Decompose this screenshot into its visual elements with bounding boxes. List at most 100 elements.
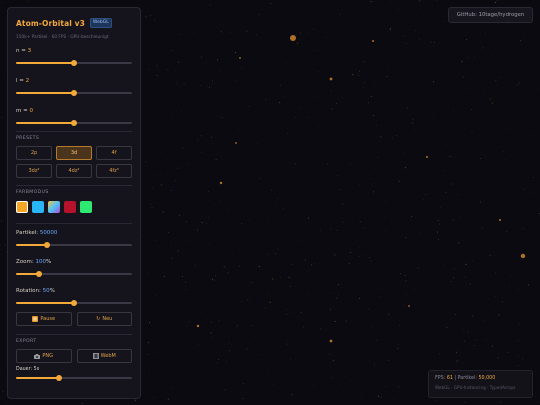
- particle: [386, 76, 388, 78]
- color-swatch-green[interactable]: [80, 201, 92, 213]
- particle: [363, 82, 365, 84]
- duration-slider-thumb[interactable]: [55, 374, 62, 381]
- film-icon: [92, 353, 99, 359]
- particle: [5, 401, 7, 403]
- preset-4dz2[interactable]: 4dz²: [56, 164, 92, 178]
- particle: [180, 34, 182, 35]
- particle: [229, 32, 231, 34]
- preset-4f[interactable]: 4f: [96, 146, 132, 160]
- particle: [348, 263, 350, 265]
- particle: [257, 142, 259, 144]
- export-png-button[interactable]: PNG: [16, 349, 72, 363]
- export-webm-button[interactable]: WebM: [76, 349, 132, 363]
- particle: [494, 296, 496, 297]
- particle: [398, 344, 399, 345]
- particle: [188, 398, 190, 400]
- particle: [149, 203, 151, 205]
- refresh-icon: ↻: [96, 316, 101, 322]
- m-slider-thumb[interactable]: [71, 119, 77, 126]
- preset-3dz2[interactable]: 3dz²: [16, 164, 52, 178]
- color-swatch-rainbow[interactable]: [48, 201, 60, 213]
- particle: [398, 378, 400, 380]
- n-slider-thumb[interactable]: [71, 59, 77, 66]
- particle: [215, 159, 217, 161]
- particle: [380, 396, 382, 398]
- zoom-slider-thumb[interactable]: [36, 270, 43, 277]
- particle: [444, 264, 445, 266]
- particle: [206, 85, 208, 87]
- n-slider[interactable]: [16, 59, 132, 66]
- particle: [341, 331, 343, 333]
- preset-4fz3[interactable]: 4fz³: [96, 164, 132, 178]
- particle: [251, 282, 253, 284]
- particle: [393, 355, 395, 356]
- particle: [220, 69, 221, 71]
- particle: [185, 325, 187, 327]
- particle: [358, 74, 360, 76]
- particle: [277, 248, 279, 250]
- preset-3d[interactable]: 3d: [56, 146, 92, 160]
- particle: [406, 107, 409, 109]
- github-link[interactable]: GitHub: 10tage/hydrogen: [448, 7, 533, 23]
- particle: [267, 253, 269, 255]
- l-slider-thumb[interactable]: [71, 89, 77, 96]
- particle: [376, 339, 378, 341]
- particle: [0, 249, 2, 251]
- particle: [210, 134, 211, 135]
- particle: [181, 111, 183, 113]
- particle: [160, 173, 162, 174]
- particle: [359, 297, 361, 299]
- particle: [325, 144, 327, 145]
- particle: [0, 116, 2, 118]
- particle: [219, 181, 223, 185]
- color-swatch-blue[interactable]: [32, 201, 44, 213]
- particle: [314, 97, 316, 99]
- reset-button[interactable]: ↻ Neu: [76, 312, 132, 326]
- particle: [467, 57, 469, 59]
- particles-slider-thumb[interactable]: [44, 241, 51, 248]
- particle: [325, 329, 327, 331]
- particle: [461, 363, 463, 365]
- particles-slider[interactable]: [16, 241, 132, 248]
- l-slider[interactable]: [16, 89, 132, 96]
- particle: [429, 335, 430, 336]
- particle: [147, 354, 149, 355]
- particle: [399, 8, 401, 9]
- particle: [385, 201, 386, 203]
- particle: [219, 200, 221, 202]
- rotation-slider[interactable]: [16, 299, 132, 306]
- particle: [485, 33, 487, 35]
- particle: [200, 85, 202, 86]
- particle: [390, 0, 392, 1]
- particle: [254, 387, 256, 388]
- particle: [194, 217, 196, 218]
- zoom-slider[interactable]: [16, 270, 132, 277]
- particle: [412, 118, 414, 120]
- particle: [413, 289, 415, 291]
- particle: [418, 38, 420, 40]
- particle: [519, 287, 520, 289]
- m-slider[interactable]: [16, 119, 132, 126]
- particle: [307, 293, 309, 295]
- particle: [339, 13, 341, 15]
- particle: [240, 174, 242, 176]
- color-swatch-orange[interactable]: [16, 201, 28, 213]
- particle: [533, 176, 535, 178]
- particle: [417, 267, 419, 269]
- particle: [248, 105, 250, 108]
- particle: [350, 251, 351, 253]
- particle: [148, 321, 151, 323]
- particle-count-value: 50,000: [478, 376, 496, 381]
- particle: [338, 318, 340, 320]
- pause-button[interactable]: Pause: [16, 312, 72, 326]
- particle: [369, 256, 371, 259]
- particle: [372, 115, 374, 117]
- duration-slider[interactable]: [16, 374, 132, 381]
- particle: [389, 29, 391, 31]
- rotation-slider-thumb[interactable]: [71, 299, 77, 306]
- particle: [384, 229, 386, 231]
- color-swatch-red[interactable]: [64, 201, 76, 213]
- n-control: n = 3: [16, 48, 132, 66]
- preset-2p[interactable]: 2p: [16, 146, 52, 160]
- particle: [412, 122, 414, 124]
